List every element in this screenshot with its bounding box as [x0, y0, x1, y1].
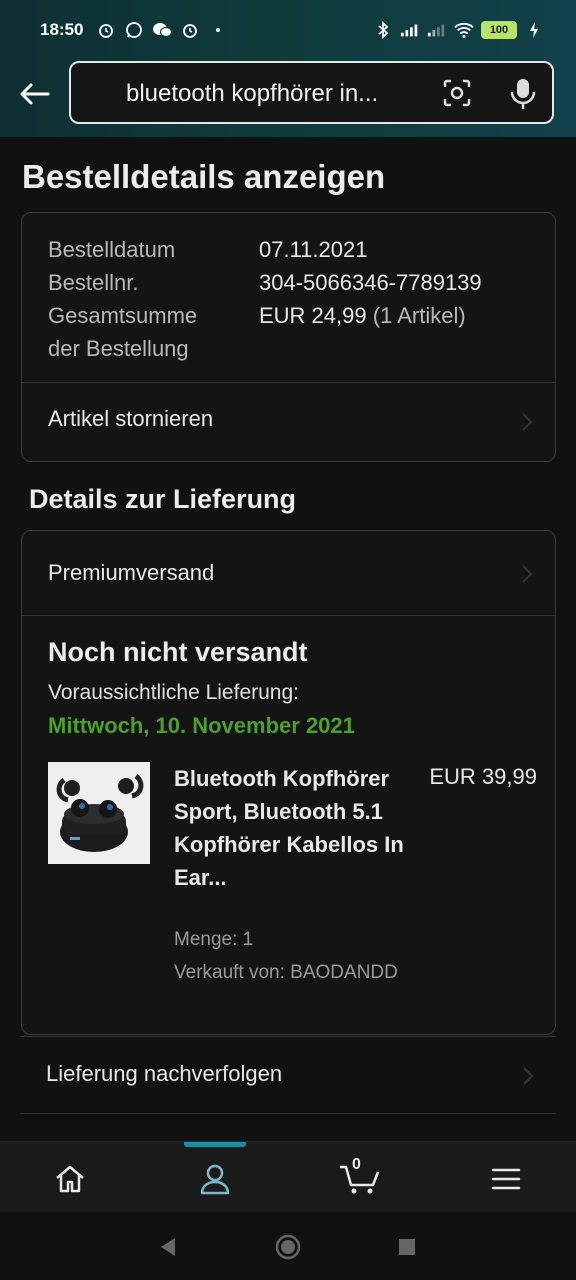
delivery-card: Premiumversand Noch nicht versandt Vorau… [21, 530, 556, 1035]
app-header: 18:50 100 bluetooth kopfhörer in... [0, 0, 576, 137]
eta-label: Voraussichtliche Lieferung: [48, 681, 299, 704]
nav-account[interactable] [195, 1159, 235, 1199]
product-image[interactable] [48, 762, 150, 864]
cancel-items-label: Artikel stornieren [48, 406, 214, 431]
whatsapp-icon [124, 20, 144, 40]
delivery-section-title: Details zur Lieferung [29, 484, 297, 514]
chevron-right-icon [522, 565, 533, 583]
active-tab-indicator [184, 1142, 246, 1147]
track-delivery-row[interactable]: Lieferung nachverfolgen [20, 1036, 556, 1114]
microphone-icon [510, 79, 536, 109]
order-number-value: 304-5066346-7789139 [259, 270, 482, 295]
order-date-value: 07.11.2021 [259, 237, 368, 262]
cancel-items-row[interactable]: Artikel stornieren [22, 383, 555, 461]
charging-icon [524, 20, 544, 40]
back-button[interactable] [14, 74, 54, 114]
signal-icon [400, 20, 420, 40]
nav-menu[interactable] [486, 1159, 526, 1199]
shipping-method-label: Premiumversand [48, 560, 215, 585]
home-icon [56, 1165, 84, 1193]
status-bar: 18:50 100 [0, 0, 576, 62]
order-total-value: EUR 24,99 (1 Artikel) [259, 299, 466, 332]
system-home-icon[interactable] [274, 1233, 302, 1261]
camera-scan-icon [443, 79, 471, 107]
system-back-icon[interactable] [155, 1234, 181, 1260]
status-time: 18:50 [40, 20, 84, 39]
status-right-icons: 100 [373, 20, 544, 40]
camera-scan-button[interactable] [441, 77, 473, 109]
system-navigation-bar [0, 1212, 576, 1280]
account-icon [200, 1164, 230, 1195]
order-total-items: (1 Artikel) [372, 303, 466, 328]
page-title: Bestelldetails anzeigen [22, 158, 386, 195]
system-recents-icon[interactable] [396, 1236, 418, 1258]
order-number-label: Bestellnr. [48, 270, 139, 295]
product-seller: Verkauft von: BAODANDD [174, 962, 398, 983]
wifi-icon [454, 20, 474, 40]
dot-icon [208, 20, 228, 40]
alarm-icon [180, 20, 200, 40]
chevron-right-icon [523, 1067, 534, 1085]
cart-count: 0 [352, 1156, 361, 1173]
order-date-label: Bestelldatum [48, 237, 176, 262]
order-total-label-line2: der Bestellung [48, 336, 189, 361]
shipment-status: Noch nicht versandt [48, 637, 308, 667]
search-input[interactable]: bluetooth kopfhörer in... [126, 80, 426, 108]
divider [22, 615, 555, 616]
search-bar[interactable]: bluetooth kopfhörer in... [69, 61, 554, 124]
status-left-icons [96, 20, 228, 40]
chevron-right-icon [522, 413, 533, 431]
nav-home[interactable] [50, 1159, 90, 1199]
arrow-left-icon [20, 83, 50, 105]
voice-search-button[interactable] [507, 77, 539, 111]
eta-date: Mittwoch, 10. November 2021 [48, 713, 355, 738]
bottom-navigation: 0 [0, 1141, 576, 1212]
menu-icon [491, 1168, 521, 1190]
alarm-icon [96, 20, 116, 40]
battery-indicator: 100 [481, 21, 517, 39]
product-title-link[interactable]: Bluetooth Kopfhörer Sport, Bluetooth 5.1… [174, 762, 414, 894]
product-quantity: Menge: 1 [174, 929, 254, 950]
bluetooth-icon [373, 20, 393, 40]
order-total-label: Gesamtsumme [48, 303, 198, 328]
wechat-icon [152, 20, 172, 40]
order-total-amount: EUR 24,99 [259, 303, 367, 328]
signal-icon [427, 20, 447, 40]
nav-cart[interactable]: 0 [336, 1156, 384, 1199]
shipping-method-row[interactable]: Premiumversand [22, 531, 555, 615]
order-summary-card: Bestelldatum 07.11.2021 Bestellnr. 304-5… [21, 212, 556, 462]
product-price: EUR 39,99 [429, 764, 537, 789]
earbuds-image-icon [48, 762, 150, 864]
track-delivery-label: Lieferung nachverfolgen [46, 1061, 283, 1086]
